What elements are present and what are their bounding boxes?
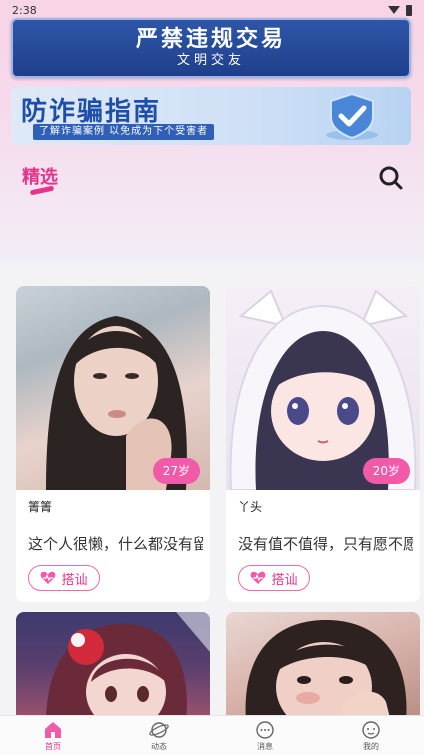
status-bar: 2:38: [0, 0, 424, 20]
search-icon[interactable]: [378, 165, 404, 191]
user-photo[interactable]: 27岁: [16, 286, 210, 490]
user-bio: 这个人很懒，什么都没有留下: [28, 535, 203, 553]
banner-rules-subtitle: 文明交友: [176, 53, 245, 68]
user-card[interactable]: [16, 612, 210, 722]
nav-profile[interactable]: 我的: [318, 716, 424, 755]
chat-up-button[interactable]: 搭讪: [28, 565, 100, 591]
user-card[interactable]: 20岁 丫头 没有值不值得，只有愿不愿意 搭讪: [226, 286, 420, 602]
profile-icon: [362, 720, 380, 739]
nav-moments[interactable]: 动态: [106, 716, 212, 755]
user-name: 箐箐: [28, 500, 53, 514]
status-time: 2:38: [12, 3, 37, 17]
chat-up-button[interactable]: 搭讪: [238, 565, 310, 591]
wifi-icon: [388, 6, 400, 14]
home-icon: [45, 721, 61, 738]
nav-moments-label: 动态: [151, 741, 167, 751]
nav-messages-label: 消息: [257, 741, 273, 751]
status-icons: [388, 4, 412, 16]
chat-up-label: 搭讪: [61, 572, 88, 588]
user-card[interactable]: [226, 612, 420, 722]
user-card[interactable]: 27岁 箐箐 这个人很懒，什么都没有留下 搭讪: [16, 286, 210, 602]
nav-profile-label: 我的: [363, 741, 379, 751]
battery-icon: [406, 4, 412, 16]
banner-fraud-title: 防诈骗指南: [21, 97, 162, 127]
age-badge: 20岁: [362, 458, 410, 484]
chat-up-label: 搭讪: [271, 572, 298, 588]
heart-pulse-icon: [41, 571, 56, 584]
user-photo[interactable]: [226, 612, 420, 722]
planet-icon: [149, 721, 169, 738]
age-badge: 27岁: [152, 458, 200, 484]
user-photo[interactable]: [16, 612, 210, 722]
banner-rules-title: 严禁违规交易: [135, 27, 286, 52]
nav-home[interactable]: 首页: [0, 716, 106, 755]
anime-avatar-image: [46, 612, 210, 722]
nav-messages[interactable]: 消息: [212, 716, 318, 755]
banner-anti-fraud-guide[interactable]: 防诈骗指南 了解诈骗案例 以免成为下个受害者: [11, 87, 411, 145]
heart-pulse-icon: [251, 571, 266, 584]
shield-check-icon: [326, 92, 378, 140]
banner-no-illegal-trading[interactable]: 严禁违规交易 文明交友: [11, 18, 411, 78]
user-name: 丫头: [238, 500, 263, 514]
portrait-image: [245, 620, 407, 722]
message-icon: [256, 720, 274, 739]
banner-fraud-subtitle: 了解诈骗案例 以免成为下个受害者: [33, 124, 215, 140]
tab-featured[interactable]: 精选: [22, 163, 58, 189]
user-photo[interactable]: 20岁: [226, 286, 420, 490]
bottom-navigation: 首页 动态 消息 我的: [0, 715, 424, 755]
nav-home-label: 首页: [45, 741, 61, 751]
user-bio: 没有值不值得，只有愿不愿意: [238, 535, 413, 553]
